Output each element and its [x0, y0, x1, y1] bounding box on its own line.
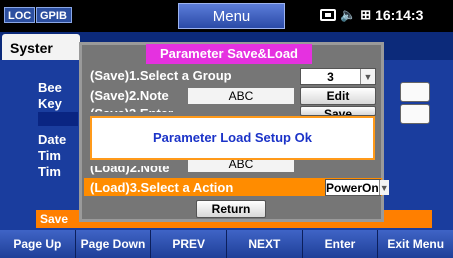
- action-select-value: PowerOn: [326, 180, 379, 195]
- load-ok-message: Parameter Load Setup Ok: [90, 116, 375, 160]
- prev-softkey[interactable]: PREV: [151, 230, 228, 258]
- beeper-label: Bee: [38, 80, 62, 95]
- speaker-icon: 🔈: [340, 7, 357, 22]
- status-icons: 🔈 ⊞ 16:14:3: [320, 6, 423, 24]
- keyboard-icon: [320, 9, 336, 21]
- exit-menu-softkey[interactable]: Exit Menu: [378, 230, 453, 258]
- background-bar: [38, 112, 78, 126]
- group-select-value: 3: [327, 69, 334, 84]
- softkey-bar: Page Up Page Down PREV NEXT Enter Exit M…: [0, 230, 453, 258]
- save-note-label: (Save)2.Note: [90, 88, 169, 103]
- date-label: Date: [38, 132, 67, 147]
- chevron-down-icon: ▼: [378, 180, 389, 195]
- load-action-label: (Load)3.Select a Action: [90, 180, 234, 195]
- group-select[interactable]: 3 ▼: [300, 68, 376, 85]
- background-button[interactable]: [400, 104, 430, 124]
- screen: LOC GPIB Menu 🔈 ⊞ 16:14:3 Syster Bee Key…: [0, 0, 453, 258]
- chevron-down-icon: ▼: [360, 69, 375, 84]
- enter-softkey[interactable]: Enter: [303, 230, 379, 258]
- load-note-field[interactable]: ABC: [188, 160, 294, 172]
- dialog-title: Parameter Save&Load: [146, 44, 312, 64]
- status-bar: LOC GPIB Menu 🔈 ⊞ 16:14:3: [0, 0, 453, 30]
- action-select[interactable]: PowerOn ▼: [325, 179, 389, 196]
- time-label: Tim: [38, 148, 61, 163]
- menu-title: Menu: [178, 3, 285, 29]
- gpib-indicator: GPIB: [36, 7, 72, 23]
- save-group-label: (Save)1.Select a Group: [90, 68, 232, 83]
- return-button[interactable]: Return: [196, 200, 266, 218]
- loc-indicator: LOC: [4, 7, 35, 23]
- edit-button[interactable]: Edit: [300, 87, 376, 105]
- page-down-softkey[interactable]: Page Down: [76, 230, 152, 258]
- clock-time: 16:14:3: [375, 7, 424, 23]
- save-button[interactable]: Save: [300, 106, 376, 116]
- network-icon: ⊞: [360, 7, 372, 22]
- save-note-field[interactable]: ABC: [188, 88, 294, 104]
- save-row-label: Save: [40, 212, 69, 226]
- background-button[interactable]: [400, 82, 430, 102]
- page-up-softkey[interactable]: Page Up: [0, 230, 76, 258]
- tab-system[interactable]: Syster: [2, 34, 80, 62]
- key-label: Key: [38, 96, 62, 111]
- next-softkey[interactable]: NEXT: [227, 230, 303, 258]
- timer-label: Tim: [38, 164, 61, 179]
